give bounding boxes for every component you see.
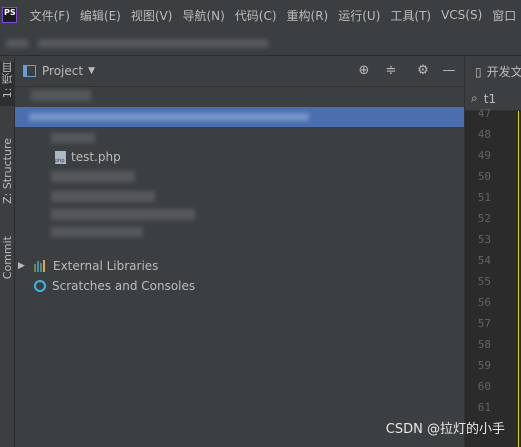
project-tree: test.php ▶ External Libraries Scratches … (15, 87, 464, 447)
tree-item-external-libraries-label: External Libraries (53, 259, 159, 273)
project-panel-header: Project ▼ ⊕ ≑ ⚙ — (15, 56, 464, 87)
line-number: 59 (477, 359, 491, 372)
editor-tab-label: 开发文 (486, 65, 521, 79)
line-number: 57 (477, 317, 491, 330)
php-file-icon (55, 150, 66, 164)
file-tab-icon: ▯ (475, 64, 482, 79)
scratches-icon (34, 280, 46, 292)
menu-edit[interactable]: 编辑(E) (75, 7, 126, 24)
menu-vcs[interactable]: VCS(S) (436, 8, 487, 22)
editor-tab[interactable]: ▯ 开发文 (465, 56, 521, 87)
line-number: 61 (477, 401, 491, 414)
menu-view[interactable]: 视图(V) (126, 7, 178, 24)
line-number: 60 (477, 380, 491, 393)
expand-arrow-icon[interactable]: ▶ (18, 261, 26, 271)
left-tool-stripe: 1: 项目 Z: Structure Commit (0, 56, 15, 447)
tree-item-scratches-label: Scratches and Consoles (52, 279, 196, 293)
tab-structure[interactable]: Z: Structure (0, 138, 15, 218)
collapse-all-icon[interactable]: ≑ (383, 63, 399, 79)
chevron-down-icon[interactable]: ▼ (88, 66, 95, 76)
blurred-tree-item-3 (51, 209, 195, 220)
blurred-project-root (31, 90, 91, 101)
tree-item-test-php-label: test.php (71, 150, 121, 164)
menu-refactor[interactable]: 重构(R) (282, 7, 334, 24)
menu-code[interactable]: 代码(C) (230, 7, 282, 24)
tab-project[interactable]: 1: 项目 (0, 62, 15, 106)
line-number: 54 (477, 254, 491, 267)
blurred-tree-item-2 (51, 191, 155, 202)
line-number: 56 (477, 296, 491, 309)
gear-icon[interactable]: ⚙ (415, 63, 431, 79)
project-panel: Project ▼ ⊕ ≑ ⚙ — test.php ▶ External Li… (15, 56, 464, 447)
menu-file[interactable]: 文件(F) (25, 7, 75, 24)
line-number: 49 (477, 149, 491, 162)
tree-item-test-php[interactable]: test.php (55, 147, 121, 167)
blurred-folder (51, 133, 95, 143)
navigation-bar (0, 30, 521, 56)
blurred-breadcrumb-start (6, 39, 28, 48)
menu-bar: PS 文件(F) 编辑(E) 视图(V) 导航(N) 代码(C) 重构(R) 运… (0, 0, 521, 30)
blurred-breadcrumb-path (38, 39, 268, 48)
line-number: 48 (477, 128, 491, 141)
blurred-selected-path (29, 113, 309, 121)
blurred-tree-item-1 (51, 171, 135, 182)
project-panel-title[interactable]: Project (42, 64, 83, 78)
editor-area: ▯ 开发文 ⌕ t1 47 48 49 50 51 52 53 54 55 56… (464, 56, 521, 447)
line-number: 47 (477, 107, 491, 120)
line-number: 52 (477, 212, 491, 225)
modified-lines-marker (518, 111, 519, 447)
menu-tools[interactable]: 工具(T) (385, 7, 436, 24)
line-number: 55 (477, 275, 491, 288)
menu-run[interactable]: 运行(U) (333, 7, 385, 24)
project-folder-icon (23, 65, 36, 77)
line-number: 50 (477, 170, 491, 183)
library-icon (34, 260, 47, 272)
line-number: 58 (477, 338, 491, 351)
tab-project-label: 1: 项目 (0, 62, 14, 99)
tree-item-scratches[interactable]: Scratches and Consoles (34, 276, 195, 296)
menu-navigate[interactable]: 导航(N) (177, 7, 229, 24)
tab-commit-label: Commit (1, 236, 14, 280)
locate-crosshair-icon[interactable]: ⊕ (356, 63, 372, 79)
line-number: 51 (477, 191, 491, 204)
menu-window[interactable]: 窗口 (487, 7, 521, 24)
phpstorm-logo-icon: PS (2, 7, 17, 23)
minimize-icon[interactable]: — (441, 63, 457, 79)
blurred-tree-item-4 (51, 227, 143, 237)
watermark: CSDN @拉灯的小手 (385, 422, 505, 437)
line-number: 53 (477, 233, 491, 246)
tab-structure-label: Z: Structure (1, 138, 14, 204)
line-number-gutter: 47 48 49 50 51 52 53 54 55 56 57 58 59 6… (465, 103, 491, 418)
tree-item-external-libraries[interactable]: ▶ External Libraries (18, 256, 158, 276)
tab-commit[interactable]: Commit (0, 236, 15, 294)
selected-tree-row[interactable] (15, 107, 464, 127)
